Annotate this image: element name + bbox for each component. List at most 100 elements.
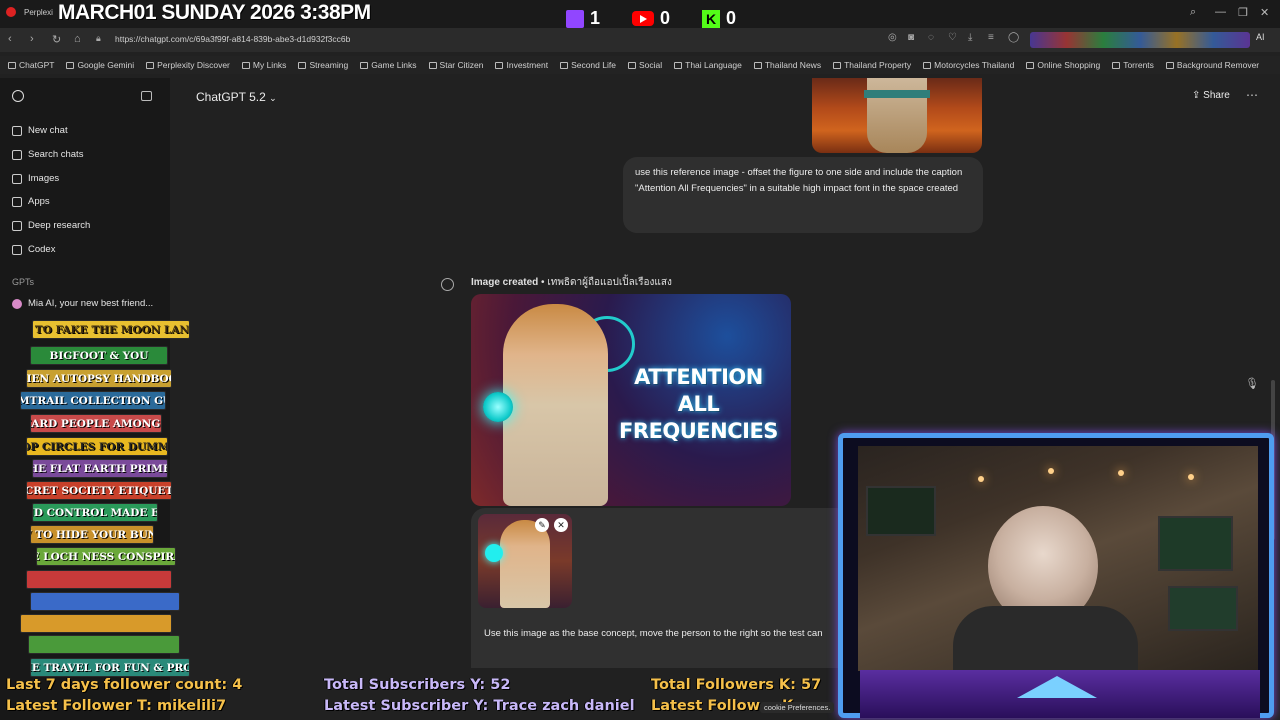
chevron-down-icon: ⌄ bbox=[269, 93, 277, 103]
shield-icon[interactable]: ◌ bbox=[928, 32, 934, 43]
gpts-label: GPTs bbox=[12, 277, 35, 287]
gpt-avatar-icon bbox=[12, 298, 22, 309]
kick-icon: K bbox=[702, 9, 720, 28]
bookmark-folder-icon bbox=[674, 61, 683, 69]
minimize-icon[interactable]: — bbox=[1215, 6, 1226, 18]
youtube-icon bbox=[632, 11, 654, 26]
forward-icon[interactable]: › bbox=[30, 33, 34, 45]
bookmark-folder-icon bbox=[833, 61, 842, 69]
bookmark-item[interactable]: Star Citizen bbox=[428, 60, 483, 70]
bookmark-folder-icon bbox=[495, 61, 504, 69]
total-subscribers-y: Total Subscribers Y: 52 bbox=[324, 677, 511, 693]
codex-icon bbox=[12, 244, 22, 255]
cookie-preferences-link[interactable]: cookie Preferences. bbox=[760, 702, 835, 713]
book-spine-blank bbox=[26, 570, 172, 589]
book-spine: CROP CIRCLES FOR DUMMIES bbox=[26, 437, 168, 456]
user-message: use this reference image - offset the fi… bbox=[623, 157, 983, 233]
bookmark-item[interactable]: Thailand News bbox=[753, 60, 821, 70]
sidebar-item-codex[interactable]: Codex bbox=[12, 244, 55, 255]
bookmark-item[interactable]: Streaming bbox=[298, 60, 348, 70]
sidebar-item-new-chat[interactable]: New chat bbox=[12, 125, 68, 136]
more-options-icon[interactable]: ⋯ bbox=[1246, 88, 1258, 102]
bookmark-item[interactable]: Thailand Property bbox=[833, 60, 911, 70]
ai-button[interactable]: AI bbox=[1256, 32, 1265, 42]
sidebar-toggle-icon[interactable] bbox=[141, 91, 152, 101]
book-spine-blank bbox=[30, 592, 180, 611]
url-field[interactable]: https://chatgpt.com/c/69a3f99f-a814-839b… bbox=[115, 34, 350, 44]
bookmark-folder-icon bbox=[241, 61, 250, 69]
share-icon: ⇪ bbox=[1192, 90, 1201, 101]
sidebar-gpt-mia[interactable]: Mia AI, your new best friend... bbox=[12, 298, 153, 309]
goddess-figure bbox=[503, 304, 608, 506]
opera-icon[interactable] bbox=[6, 7, 16, 17]
bookmark-item[interactable]: Second Life bbox=[560, 60, 616, 70]
bookmark-folder-icon bbox=[66, 61, 75, 69]
tab-perplexity[interactable]: Perplexi bbox=[24, 8, 53, 17]
bookmarks-bar: ChatGPT Google Gemini Perplexity Discover M… bbox=[0, 56, 1280, 74]
bookmark-item[interactable]: Thai Language bbox=[674, 60, 742, 70]
back-icon[interactable]: ‹ bbox=[8, 33, 12, 45]
webcam-decoration bbox=[1017, 668, 1097, 698]
remove-attachment-icon[interactable]: ✕ bbox=[554, 518, 568, 532]
camera-icon[interactable]: ◙ bbox=[908, 32, 914, 43]
research-icon bbox=[12, 220, 22, 231]
bookmark-folder-icon bbox=[1026, 61, 1035, 69]
sidebar-item-apps[interactable]: Apps bbox=[12, 196, 50, 207]
total-followers-k: Total Followers K: 57 bbox=[651, 677, 822, 693]
book-spine: THE LOCH NESS CONSPIRACY bbox=[36, 547, 176, 566]
lock-icon: 🔒︎ bbox=[96, 33, 101, 43]
bookmark-item[interactable]: Perplexity Discover bbox=[146, 60, 230, 70]
bookmark-item[interactable]: Game Links bbox=[360, 60, 417, 70]
bookmark-folder-icon bbox=[146, 61, 155, 69]
chatgpt-logo-icon[interactable] bbox=[12, 90, 24, 102]
sidebar-item-search-chats[interactable]: Search chats bbox=[12, 149, 83, 160]
bookmark-folder-icon bbox=[560, 61, 569, 69]
followers-7days: Last 7 days follower count: 4 bbox=[6, 677, 243, 693]
download-icon[interactable]: ⤓ bbox=[968, 32, 972, 43]
bookmark-folder-icon bbox=[428, 61, 437, 69]
edit-icon[interactable]: ✎ bbox=[535, 518, 549, 532]
extensions-bar[interactable] bbox=[1030, 32, 1250, 48]
bookmark-item[interactable]: Online Shopping bbox=[1026, 60, 1100, 70]
close-window-icon[interactable]: ✕ bbox=[1260, 6, 1269, 19]
reload-icon[interactable]: ↻ bbox=[52, 33, 61, 46]
book-spine: MIND CONTROL MADE EASY bbox=[32, 503, 158, 522]
book-spine: CHEMTRAIL COLLECTION GUIDE bbox=[20, 391, 166, 410]
search-icon[interactable]: ⌕ bbox=[1190, 6, 1196, 19]
toolbar-icon[interactable]: ◎ bbox=[888, 32, 897, 43]
menu-icon[interactable]: ≡ bbox=[988, 32, 994, 43]
heart-icon[interactable]: ♡ bbox=[948, 32, 957, 43]
composer-input[interactable]: Use this image as the base concept, move… bbox=[484, 626, 844, 642]
book-spine: BIGFOOT & YOU bbox=[30, 346, 168, 365]
new-chat-icon bbox=[12, 125, 22, 136]
sidebar-item-images[interactable]: Images bbox=[12, 173, 59, 184]
home-icon[interactable]: ⌂ bbox=[74, 33, 81, 45]
book-spine: HOW TO HIDE YOUR BUNKER bbox=[30, 525, 154, 544]
maximize-icon[interactable]: ❐ bbox=[1238, 6, 1248, 19]
image-icon bbox=[12, 173, 22, 184]
bookmark-item[interactable]: Motorcycles Thailand bbox=[923, 60, 1014, 70]
bookmark-item[interactable]: Investment bbox=[495, 60, 548, 70]
generated-image[interactable]: ATTENTION ALL FREQUENCIES bbox=[471, 294, 791, 506]
bookmark-item[interactable]: Social bbox=[627, 60, 662, 70]
mic-icon[interactable]: 🎙︎ bbox=[1245, 377, 1259, 390]
bookmark-folder-icon bbox=[1112, 61, 1121, 69]
bookmark-item[interactable]: Google Gemini bbox=[66, 60, 134, 70]
bookmark-item[interactable]: Background Remover bbox=[1165, 60, 1259, 70]
book-spine: HOW TO FAKE THE MOON LANDING bbox=[32, 320, 190, 339]
previous-image[interactable] bbox=[812, 78, 982, 153]
book-spine: SECRET SOCIETY ETIQUETTE bbox=[26, 481, 172, 500]
bookmark-item[interactable]: ChatGPT bbox=[8, 60, 54, 70]
bookmark-item[interactable]: My Links bbox=[241, 60, 286, 70]
book-spine-blank bbox=[28, 635, 180, 654]
play-icon[interactable] bbox=[441, 278, 454, 291]
book-spine: TIME TRAVEL FOR FUN & PROFIT bbox=[30, 658, 190, 677]
profile-icon[interactable]: ◯ bbox=[1008, 32, 1019, 43]
share-button[interactable]: ⇪ Share bbox=[1192, 90, 1230, 101]
model-selector[interactable]: ChatGPT 5.2 ⌄ bbox=[196, 90, 277, 104]
sidebar-item-deep-research[interactable]: Deep research bbox=[12, 220, 90, 231]
bookmark-folder-icon bbox=[627, 61, 636, 69]
stream-date: MARCH01 SUNDAY 2026 3:38PM bbox=[58, 1, 371, 24]
bookmark-folder-icon bbox=[8, 61, 16, 69]
bookmark-item[interactable]: Torrents bbox=[1112, 60, 1154, 70]
